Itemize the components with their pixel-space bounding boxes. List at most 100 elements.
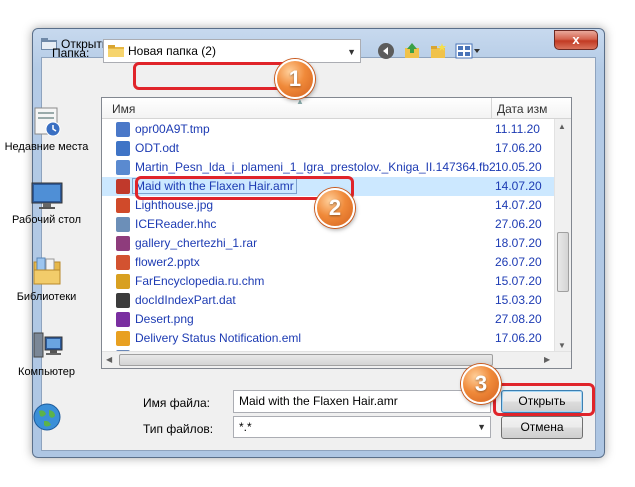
file-name: opr00A9T.tmp [135, 122, 210, 136]
libraries-icon [33, 257, 60, 285]
file-type-value: *.* [239, 420, 252, 434]
file-date: 17.06.20 [495, 331, 542, 345]
up-folder-button[interactable] [401, 40, 423, 62]
file-row[interactable]: Desert.png 27.08.20 [102, 310, 557, 329]
file-row[interactable]: gallery_chertezhi_1.rar 18.07.20 [102, 234, 557, 253]
file-name: ODT.odt [135, 141, 180, 155]
file-date: 27.06.20 [495, 217, 542, 231]
column-divider[interactable] [491, 98, 492, 119]
folder-icon [108, 45, 124, 57]
file-type-label: Тип файлов: [143, 422, 214, 436]
file-name: ICEReader.hhc [135, 217, 217, 231]
file-list[interactable]: ▲ Имя Дата изм opr00A9T.tmp 11.11.20 ODT.o… [101, 97, 572, 369]
new-folder-button[interactable] [427, 40, 449, 62]
file-row[interactable]: flower2.pptx 26.07.20 [102, 253, 557, 272]
chevron-down-icon[interactable]: ▼ [347, 47, 356, 57]
recent-places-icon [34, 107, 60, 137]
column-header-date[interactable]: Дата изм [497, 102, 547, 116]
desktop-icon [31, 182, 62, 209]
file-date: 10.05.20 [495, 160, 542, 174]
back-button[interactable] [375, 40, 397, 62]
scroll-thumb[interactable] [119, 354, 493, 366]
file-date: 14.07.20 [495, 179, 542, 193]
file-date: 15.03.20 [495, 293, 542, 307]
place-label: Компьютер [18, 366, 75, 378]
pptx-file-icon [116, 255, 130, 270]
look-in-label: Папка: [52, 46, 90, 60]
file-date: 27.08.20 [495, 312, 542, 326]
callout-badge-3: 3 [461, 364, 501, 404]
file-date: 15.07.20 [495, 274, 542, 288]
look-in-dropdown[interactable]: Новая папка (2) ▼ [103, 39, 361, 63]
file-row[interactable]: docIdIndexPart.dat 15.03.20 [102, 291, 557, 310]
network-icon [33, 403, 60, 431]
navigation-toolbar [375, 39, 483, 63]
file-row[interactable]: ODT.odt 17.06.20 [102, 139, 557, 158]
place-computer[interactable]: Компьютер [0, 331, 93, 379]
file-row[interactable]: opr00A9T.tmp 11.11.20 [102, 120, 557, 139]
place-desktop[interactable]: Рабочий стол [0, 181, 93, 227]
close-button[interactable]: x [554, 30, 598, 50]
file-name: flower2.pptx [135, 255, 200, 269]
file-name-field[interactable]: Maid with the Flaxen Hair.amr [233, 390, 491, 413]
file-row[interactable]: Martin_Pesn_lda_i_plameni_1_Igra_prestol… [102, 158, 557, 177]
scroll-left-icon[interactable]: ◀ [106, 355, 112, 364]
amr-file-icon [116, 179, 130, 194]
file-date: 18.07.20 [495, 236, 542, 250]
rar-file-icon [116, 236, 130, 251]
file-name: Martin_Pesn_lda_i_plameni_1_Igra_prestol… [135, 160, 496, 174]
file-name: FarEncyclopedia.ru.chm [135, 274, 265, 288]
scroll-up-icon[interactable]: ▲ [558, 122, 566, 131]
place-network[interactable] [0, 401, 93, 436]
fb2-file-icon [116, 160, 130, 175]
places-bar: Недавние места Рабочий стол Библиотеки К… [0, 66, 93, 446]
tmp-file-icon [116, 122, 130, 137]
file-name-label: Имя файла: [143, 396, 210, 410]
chevron-down-icon[interactable]: ▼ [477, 422, 486, 432]
scroll-down-icon[interactable]: ▼ [558, 341, 566, 350]
dat-file-icon [116, 293, 130, 308]
file-type-dropdown[interactable]: *.* ▼ [233, 416, 491, 438]
file-rows: opr00A9T.tmp 11.11.20 ODT.odt 17.06.20 Marti… [102, 120, 557, 367]
file-date: 11.11.20 [495, 122, 540, 136]
file-date: 26.07.20 [495, 255, 542, 269]
horizontal-scrollbar[interactable]: ◀ ▶ [102, 351, 571, 368]
png-file-icon [116, 312, 130, 327]
file-name: Desert.png [135, 312, 194, 326]
hhc-file-icon [116, 217, 130, 232]
up-folder-icon [405, 43, 419, 58]
place-recent[interactable]: Недавние места [0, 106, 93, 154]
highlight-open-button [493, 383, 595, 416]
callout-badge-1: 1 [275, 59, 315, 99]
place-label: Недавние места [4, 141, 89, 153]
new-folder-icon [431, 43, 446, 58]
file-list-header: ▲ Имя Дата изм [102, 98, 571, 119]
vertical-scrollbar[interactable]: ▲ ▼ [554, 119, 571, 353]
scroll-thumb[interactable] [557, 232, 569, 292]
file-name: gallery_chertezhi_1.rar [135, 236, 258, 250]
look-in-value: Новая папка (2) [128, 44, 216, 58]
file-name: docIdIndexPart.dat [135, 293, 236, 307]
eml-file-icon [116, 331, 130, 346]
highlight-look-in [133, 62, 298, 90]
cancel-button[interactable]: Отмена [501, 416, 583, 439]
computer-icon [33, 332, 62, 358]
file-row[interactable]: FarEncyclopedia.ru.chm 15.07.20 [102, 272, 557, 291]
scroll-right-icon[interactable]: ▶ [544, 355, 550, 364]
file-date: 14.07.20 [495, 198, 542, 212]
odt-file-icon [116, 141, 130, 156]
file-date: 17.06.20 [495, 141, 542, 155]
place-label: Рабочий стол [11, 214, 82, 226]
callout-badge-2: 2 [315, 188, 355, 228]
chm-file-icon [116, 274, 130, 289]
place-libraries[interactable]: Библиотеки [0, 256, 93, 304]
view-grid-icon [455, 43, 480, 59]
back-arrow-icon [378, 43, 394, 59]
file-row[interactable]: Delivery Status Notification.eml 17.06.20 [102, 329, 557, 348]
place-label: Библиотеки [16, 291, 77, 303]
jpg-file-icon [116, 198, 130, 213]
file-name: Lighthouse.jpg [135, 198, 214, 212]
view-menu-button[interactable] [453, 40, 483, 62]
column-header-name[interactable]: Имя [112, 102, 135, 116]
file-name: Delivery Status Notification.eml [135, 331, 302, 345]
